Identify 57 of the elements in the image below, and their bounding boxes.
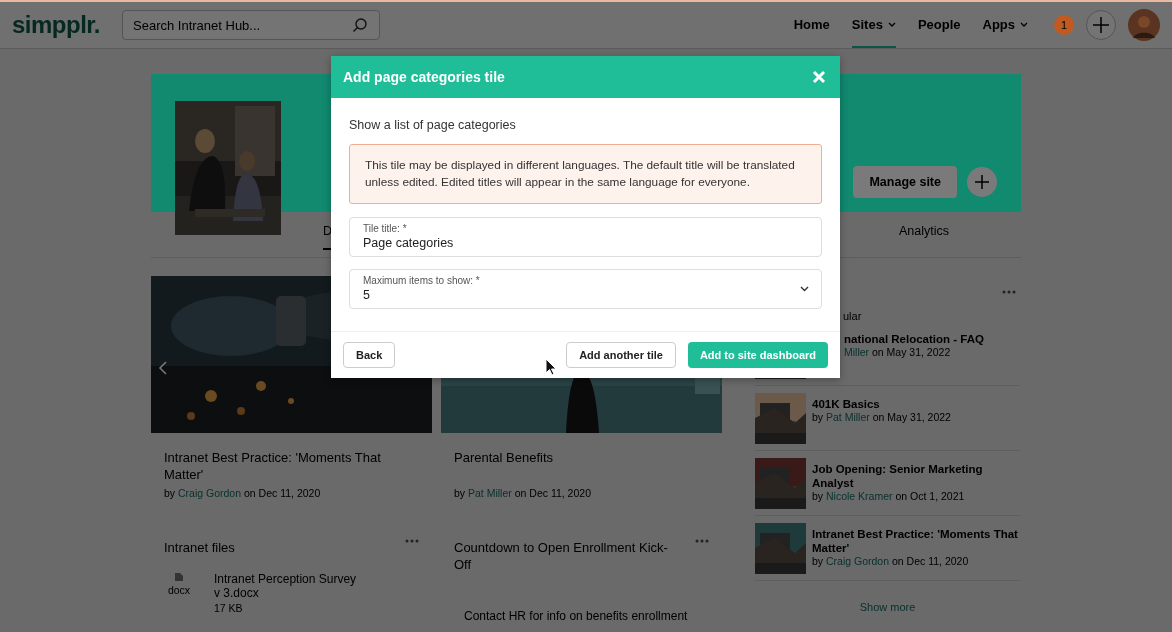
more-icon[interactable] xyxy=(1002,290,1016,294)
back-button[interactable]: Back xyxy=(343,342,396,368)
author-link[interactable]: Craig Gordon xyxy=(826,555,890,567)
nav-link[interactable]: Sites xyxy=(851,2,896,48)
dropdown-field[interactable]: Maximum items to show: * 5 xyxy=(349,269,822,309)
nav-link[interactable]: Home xyxy=(793,2,830,48)
article-title[interactable]: Intranet Best Practice: 'Moments That Matter' xyxy=(812,527,1020,555)
tile-text: Contact HR for info on benefits enrollment xyxy=(463,609,689,623)
add-button[interactable] xyxy=(1086,10,1116,40)
more-icon[interactable] xyxy=(405,539,419,543)
nav-link[interactable]: Apps xyxy=(982,2,1028,48)
notification-badge[interactable]: 1 xyxy=(1054,15,1074,35)
show-more-link[interactable]: Show more xyxy=(755,601,1020,613)
byline: by Pat Miller on Dec 11, 2020 xyxy=(454,487,592,499)
nav-link[interactable]: People xyxy=(917,2,961,48)
byline: Miller on May 31, 2022 xyxy=(844,346,952,358)
author-link[interactable]: Craig Gordon xyxy=(178,487,242,499)
search-icon xyxy=(352,17,368,33)
chevron-down-icon xyxy=(800,286,809,292)
tile-title: Countdown to Open Enrollment Kick-Off xyxy=(454,539,669,573)
file-size: 17 KB xyxy=(214,602,244,614)
chevron-left-icon[interactable] xyxy=(158,361,168,375)
tile-title: Intranet files xyxy=(164,539,236,556)
plus-icon xyxy=(1092,16,1110,34)
add-to-dashboard-button[interactable]: Add to site dashboard xyxy=(687,342,828,368)
file-icon xyxy=(174,572,184,582)
byline: by Nicole Kramer on Oct 1, 2021 xyxy=(812,490,966,502)
plus-icon xyxy=(974,174,990,190)
article-title[interactable]: national Relocation - FAQ xyxy=(844,332,984,346)
site-tab[interactable]: Analytics xyxy=(898,224,949,250)
article-title[interactable]: 401K Basics xyxy=(812,397,951,411)
add-button[interactable] xyxy=(967,167,997,197)
manage-site-button[interactable]: Manage site xyxy=(853,166,957,198)
byline: by Craig Gordon on Dec 11, 2020 xyxy=(812,555,970,567)
file-name[interactable]: Intranet Perception Survey v 3.docx xyxy=(214,572,364,600)
add-another-button[interactable]: Add another tile xyxy=(566,342,676,368)
byline: by Pat Miller on May 31, 2022 xyxy=(812,411,951,423)
close-icon xyxy=(812,70,826,84)
info-notice: This tile may be displayed in different languages. The default title will be translated unless edited. Edited titles will appear in the same language for everyone. xyxy=(349,144,822,204)
article-title[interactable]: Job Opening: Senior Marketing Analyst xyxy=(812,462,1020,490)
avatar[interactable] xyxy=(1128,9,1160,41)
tile-title-field[interactable]: Tile title: * Page categories xyxy=(349,217,822,257)
author-link[interactable]: Miller xyxy=(844,346,870,358)
search-field[interactable]: Search Intranet Hub... xyxy=(122,10,380,40)
author-link[interactable]: Pat Miller xyxy=(468,487,512,499)
byline: by Craig Gordon on Dec 11, 2020 xyxy=(164,487,322,499)
dialog-description: Show a list of page categories xyxy=(349,118,517,132)
dialog-title: Add page categories tile xyxy=(343,69,505,85)
logo[interactable]: simpplr. xyxy=(12,11,110,39)
author-link[interactable]: Nicole Kramer xyxy=(826,490,893,502)
close-button[interactable] xyxy=(810,68,828,86)
article-title[interactable]: Intranet Best Practice: 'Moments That Matter' xyxy=(164,449,419,483)
more-icon[interactable] xyxy=(695,539,709,543)
tile-title: ular xyxy=(843,310,862,322)
article-title[interactable]: Parental Benefits xyxy=(454,449,709,483)
author-link[interactable]: Pat Miller xyxy=(826,411,870,423)
file-type: docx xyxy=(167,584,191,596)
